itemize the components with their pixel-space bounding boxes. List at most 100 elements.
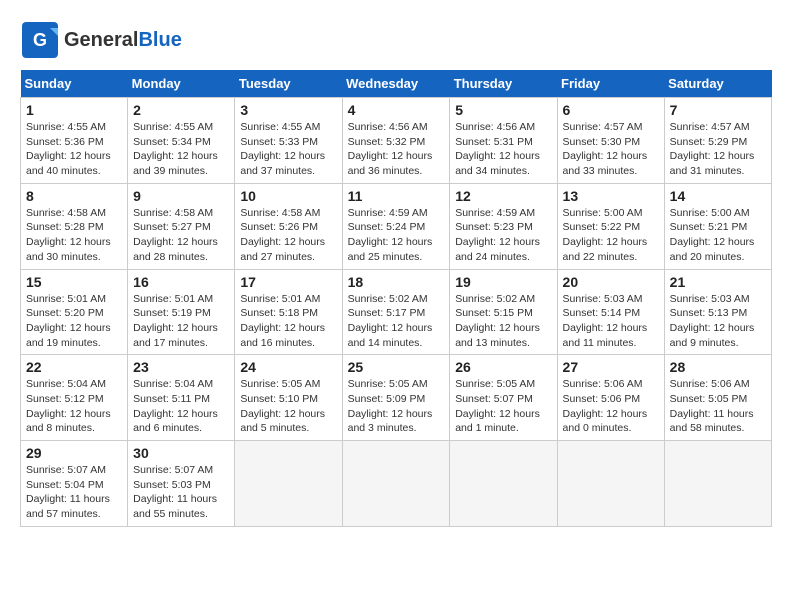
table-row: 14 Sunrise: 5:00 AM Sunset: 5:21 PM Dayl… [664,183,771,269]
table-row: 15 Sunrise: 5:01 AM Sunset: 5:20 PM Dayl… [21,269,128,355]
day-info: Sunrise: 5:06 AM Sunset: 5:06 PM Dayligh… [563,377,659,436]
day-info: Sunrise: 5:01 AM Sunset: 5:20 PM Dayligh… [26,292,122,351]
day-info: Sunrise: 4:55 AM Sunset: 5:36 PM Dayligh… [26,120,122,179]
table-row: 21 Sunrise: 5:03 AM Sunset: 5:13 PM Dayl… [664,269,771,355]
day-info: Sunrise: 4:55 AM Sunset: 5:33 PM Dayligh… [240,120,336,179]
day-number: 14 [670,188,766,204]
table-row: 1 Sunrise: 4:55 AM Sunset: 5:36 PM Dayli… [21,98,128,184]
day-number: 13 [563,188,659,204]
day-number: 16 [133,274,229,290]
table-row [450,441,557,527]
day-info: Sunrise: 5:07 AM Sunset: 5:04 PM Dayligh… [26,463,122,522]
table-row [557,441,664,527]
day-number: 9 [133,188,229,204]
svg-text:G: G [33,30,47,50]
day-number: 8 [26,188,122,204]
table-row: 16 Sunrise: 5:01 AM Sunset: 5:19 PM Dayl… [128,269,235,355]
day-info: Sunrise: 5:04 AM Sunset: 5:11 PM Dayligh… [133,377,229,436]
day-info: Sunrise: 4:59 AM Sunset: 5:23 PM Dayligh… [455,206,551,265]
day-number: 11 [348,188,445,204]
day-info: Sunrise: 5:01 AM Sunset: 5:19 PM Dayligh… [133,292,229,351]
table-row [342,441,450,527]
table-row: 28 Sunrise: 5:06 AM Sunset: 5:05 PM Dayl… [664,355,771,441]
table-row: 29 Sunrise: 5:07 AM Sunset: 5:04 PM Dayl… [21,441,128,527]
day-number: 22 [26,359,122,375]
day-info: Sunrise: 5:00 AM Sunset: 5:22 PM Dayligh… [563,206,659,265]
day-number: 12 [455,188,551,204]
day-number: 1 [26,102,122,118]
table-row: 30 Sunrise: 5:07 AM Sunset: 5:03 PM Dayl… [128,441,235,527]
day-info: Sunrise: 4:58 AM Sunset: 5:28 PM Dayligh… [26,206,122,265]
day-info: Sunrise: 5:03 AM Sunset: 5:13 PM Dayligh… [670,292,766,351]
day-info: Sunrise: 5:02 AM Sunset: 5:15 PM Dayligh… [455,292,551,351]
col-monday: Monday [128,70,235,98]
day-info: Sunrise: 5:03 AM Sunset: 5:14 PM Dayligh… [563,292,659,351]
table-row: 3 Sunrise: 4:55 AM Sunset: 5:33 PM Dayli… [235,98,342,184]
day-number: 20 [563,274,659,290]
table-row: 20 Sunrise: 5:03 AM Sunset: 5:14 PM Dayl… [557,269,664,355]
table-row: 10 Sunrise: 4:58 AM Sunset: 5:26 PM Dayl… [235,183,342,269]
day-info: Sunrise: 4:56 AM Sunset: 5:32 PM Dayligh… [348,120,445,179]
day-number: 28 [670,359,766,375]
day-number: 2 [133,102,229,118]
day-number: 10 [240,188,336,204]
table-row [235,441,342,527]
day-info: Sunrise: 5:05 AM Sunset: 5:10 PM Dayligh… [240,377,336,436]
col-sunday: Sunday [21,70,128,98]
day-info: Sunrise: 4:58 AM Sunset: 5:26 PM Dayligh… [240,206,336,265]
calendar: Sunday Monday Tuesday Wednesday Thursday… [20,70,772,527]
day-info: Sunrise: 4:57 AM Sunset: 5:30 PM Dayligh… [563,120,659,179]
day-info: Sunrise: 5:05 AM Sunset: 5:09 PM Dayligh… [348,377,445,436]
day-number: 26 [455,359,551,375]
table-row: 19 Sunrise: 5:02 AM Sunset: 5:15 PM Dayl… [450,269,557,355]
table-row: 6 Sunrise: 4:57 AM Sunset: 5:30 PM Dayli… [557,98,664,184]
day-info: Sunrise: 4:57 AM Sunset: 5:29 PM Dayligh… [670,120,766,179]
table-row: 22 Sunrise: 5:04 AM Sunset: 5:12 PM Dayl… [21,355,128,441]
table-row: 26 Sunrise: 5:05 AM Sunset: 5:07 PM Dayl… [450,355,557,441]
day-number: 23 [133,359,229,375]
day-number: 24 [240,359,336,375]
day-number: 6 [563,102,659,118]
day-number: 18 [348,274,445,290]
table-row: 25 Sunrise: 5:05 AM Sunset: 5:09 PM Dayl… [342,355,450,441]
table-row: 12 Sunrise: 4:59 AM Sunset: 5:23 PM Dayl… [450,183,557,269]
day-info: Sunrise: 5:06 AM Sunset: 5:05 PM Dayligh… [670,377,766,436]
col-saturday: Saturday [664,70,771,98]
logo: G GeneralBlue [20,20,182,60]
col-tuesday: Tuesday [235,70,342,98]
day-number: 25 [348,359,445,375]
day-number: 15 [26,274,122,290]
table-row: 7 Sunrise: 4:57 AM Sunset: 5:29 PM Dayli… [664,98,771,184]
table-row: 11 Sunrise: 4:59 AM Sunset: 5:24 PM Dayl… [342,183,450,269]
table-row: 9 Sunrise: 4:58 AM Sunset: 5:27 PM Dayli… [128,183,235,269]
logo-icon: G [20,20,60,60]
logo-blue: Blue [138,29,181,51]
table-row: 13 Sunrise: 5:00 AM Sunset: 5:22 PM Dayl… [557,183,664,269]
table-row: 8 Sunrise: 4:58 AM Sunset: 5:28 PM Dayli… [21,183,128,269]
day-number: 19 [455,274,551,290]
day-number: 30 [133,445,229,461]
col-friday: Friday [557,70,664,98]
table-row: 17 Sunrise: 5:01 AM Sunset: 5:18 PM Dayl… [235,269,342,355]
day-number: 29 [26,445,122,461]
col-thursday: Thursday [450,70,557,98]
table-row: 4 Sunrise: 4:56 AM Sunset: 5:32 PM Dayli… [342,98,450,184]
day-number: 4 [348,102,445,118]
page-header: G GeneralBlue [20,20,772,60]
day-number: 27 [563,359,659,375]
day-info: Sunrise: 4:59 AM Sunset: 5:24 PM Dayligh… [348,206,445,265]
day-info: Sunrise: 4:58 AM Sunset: 5:27 PM Dayligh… [133,206,229,265]
day-number: 17 [240,274,336,290]
day-info: Sunrise: 4:56 AM Sunset: 5:31 PM Dayligh… [455,120,551,179]
day-number: 7 [670,102,766,118]
day-number: 21 [670,274,766,290]
logo-general: General [64,29,138,51]
day-info: Sunrise: 5:02 AM Sunset: 5:17 PM Dayligh… [348,292,445,351]
table-row: 5 Sunrise: 4:56 AM Sunset: 5:31 PM Dayli… [450,98,557,184]
day-info: Sunrise: 5:04 AM Sunset: 5:12 PM Dayligh… [26,377,122,436]
day-info: Sunrise: 5:01 AM Sunset: 5:18 PM Dayligh… [240,292,336,351]
day-info: Sunrise: 4:55 AM Sunset: 5:34 PM Dayligh… [133,120,229,179]
day-number: 3 [240,102,336,118]
table-row [664,441,771,527]
table-row: 24 Sunrise: 5:05 AM Sunset: 5:10 PM Dayl… [235,355,342,441]
